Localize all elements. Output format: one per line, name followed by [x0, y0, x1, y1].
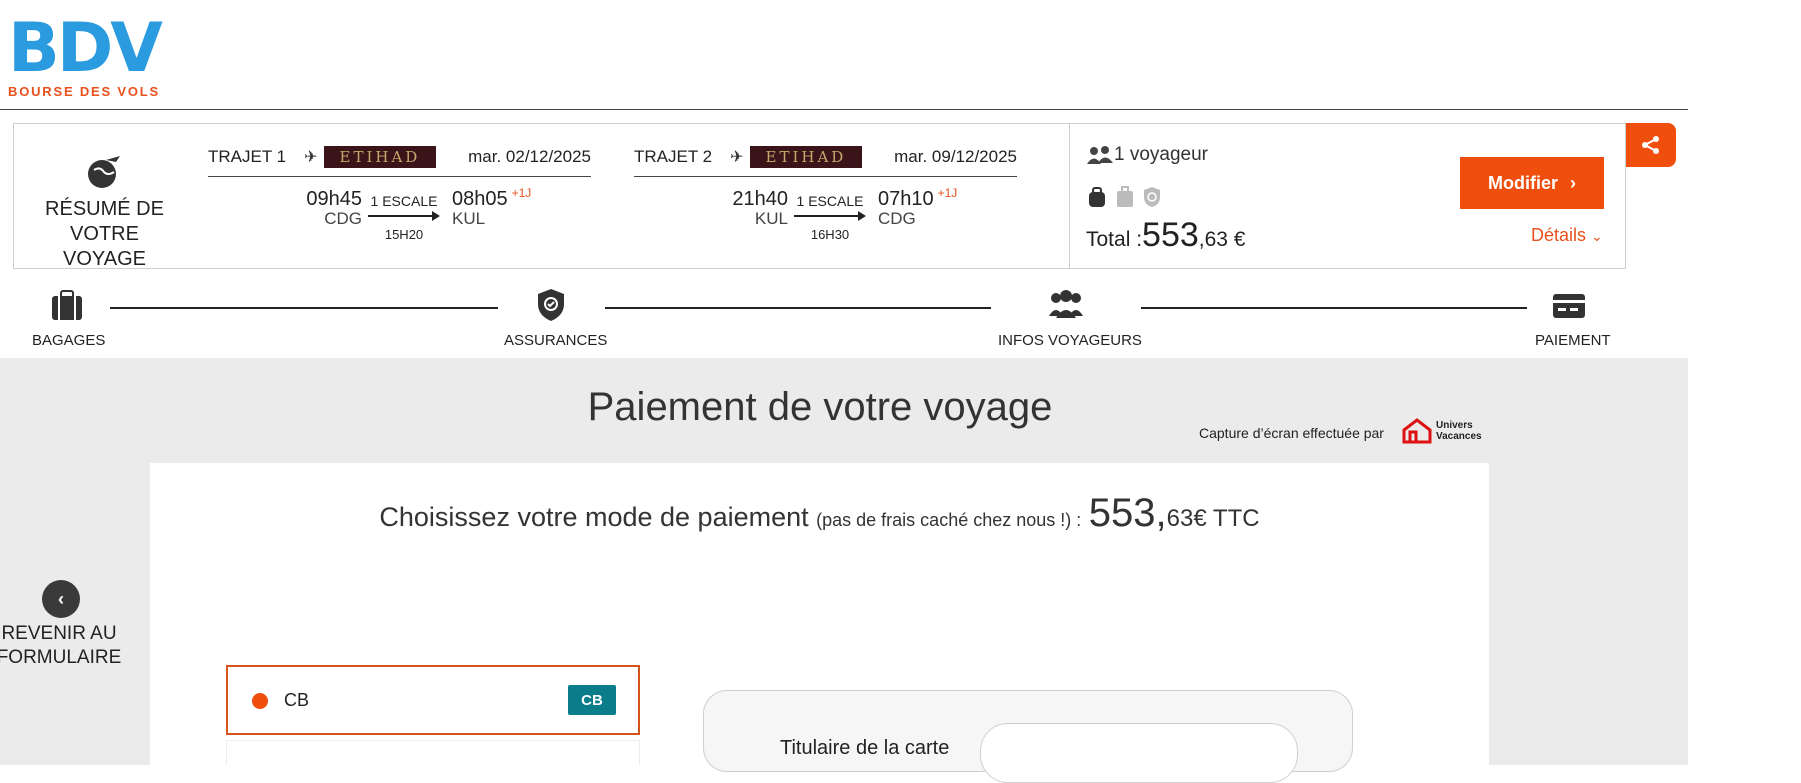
step-connector [110, 307, 498, 309]
payment-option-next[interactable] [226, 740, 640, 765]
arrow-right-icon [368, 211, 440, 221]
credit-card-icon [1553, 294, 1585, 318]
stops-info: 1 ESCALE 15H20 [368, 193, 440, 242]
modify-button[interactable]: Modifier › [1460, 157, 1604, 209]
step-connector [1141, 307, 1527, 309]
uv-logo-icon [1402, 418, 1432, 444]
summary-divider [1069, 124, 1070, 268]
total-dec: ,63 € [1198, 228, 1246, 251]
details-label: Détails [1531, 225, 1587, 245]
back-button[interactable]: ‹ [42, 580, 80, 618]
arr-time: 07h10 [878, 188, 934, 210]
logo-text: BDV [8, 9, 163, 88]
total-int: 553 [1142, 216, 1199, 254]
arrow-right-icon [794, 211, 866, 221]
header-divider [0, 109, 1688, 110]
travellers-count: 1 voyageur [1086, 144, 1208, 166]
dep-time: 09h45 [306, 188, 362, 210]
cb-card-icon: CB [568, 685, 616, 715]
trajet-1: TRAJET 1 ✈ ETIHAD mar. 02/12/2025 09h45 … [208, 146, 591, 242]
holder-input[interactable] [980, 723, 1298, 783]
chevron-right-icon: › [1570, 172, 1576, 193]
step-assurances[interactable]: ASSURANCES [504, 332, 607, 349]
choose-small: (pas de frais caché chez nous !) : [816, 510, 1082, 530]
payment-choice-heading: Choisissez votre mode de paiement (pas d… [150, 491, 1489, 536]
summary-title: RÉSUMÉ DE VOTRE VOYAGE [32, 197, 177, 272]
trajet-date: mar. 09/12/2025 [894, 147, 1017, 166]
baggage-icons [1086, 186, 1162, 208]
step-bagages[interactable]: BAGAGES [32, 332, 105, 349]
share-icon [1642, 136, 1659, 154]
users-icon [1049, 290, 1083, 318]
bdv-logo[interactable]: BDV BOURSE DES VOLS [8, 9, 163, 100]
luggage-icon [52, 290, 82, 320]
summary-title-line1: RÉSUMÉ DE [45, 198, 164, 220]
price-dec: 63€ TTC [1166, 505, 1260, 532]
holder-label: Titulaire de la carte [780, 737, 950, 759]
arrival: 08h05 +1J KUL [452, 186, 532, 229]
arr-airport: KUL [452, 209, 486, 228]
step-paiement[interactable]: PAIEMENT [1535, 332, 1611, 349]
back-line2: FORMULAIRE [0, 647, 122, 668]
trajet-date: mar. 02/12/2025 [468, 147, 591, 166]
share-button[interactable] [1626, 123, 1676, 167]
option-label: CB [284, 690, 310, 710]
backpack-icon [1089, 187, 1105, 207]
uv-line1: Univers [1436, 420, 1473, 431]
details-link[interactable]: Détails ⌄ [1531, 225, 1603, 246]
trajet-label: TRAJET 2 [634, 147, 713, 166]
next-day-badge: +1J [511, 186, 532, 200]
back-to-form-link[interactable]: REVENIR AU FORMULAIRE [0, 622, 124, 670]
travellers-label: 1 voyageur [1114, 144, 1209, 165]
departure: 09h45 CDG [296, 189, 362, 229]
plane-icon: ✈ [730, 149, 744, 166]
trajet-2: TRAJET 2 ✈ ETIHAD mar. 09/12/2025 21h40 … [634, 146, 1017, 242]
dep-time: 21h40 [732, 188, 788, 210]
globe-plane-icon [88, 156, 120, 188]
etihad-logo: ETIHAD [323, 146, 437, 168]
total-label: Total : [1086, 228, 1143, 251]
total-price: Total :553,63 € [1086, 216, 1245, 255]
page-title: Paiement de votre voyage [587, 385, 1053, 429]
logo-subtitle: BOURSE DES VOLS [8, 84, 160, 99]
chevron-left-icon: ‹ [58, 588, 64, 609]
shield-check-icon [538, 289, 564, 321]
duration: 15H20 [384, 227, 424, 242]
next-day-badge: +1J [937, 186, 958, 200]
uv-line2: Vacances [1436, 431, 1482, 442]
users-icon [1087, 146, 1113, 164]
stops-info: 1 ESCALE 16H30 [794, 193, 866, 242]
payment-option-cb[interactable]: CB CB [226, 665, 640, 735]
step-connector [605, 307, 991, 309]
etihad-logo: ETIHAD [749, 146, 863, 168]
choose-main: Choisissez votre mode de paiement [379, 502, 809, 532]
step-infos-voyageurs[interactable]: INFOS VOYAGEURS [998, 332, 1142, 349]
trajet-label: TRAJET 1 [208, 147, 287, 166]
capture-note: Capture d’écran effectuée par [1199, 425, 1384, 441]
modify-label: Modifier [1488, 172, 1558, 193]
arrival: 07h10 +1J CDG [878, 186, 958, 229]
radio-selected-icon[interactable] [252, 693, 268, 709]
dep-airport: KUL [754, 209, 788, 228]
dep-airport: CDG [324, 209, 362, 228]
stops-label: 1 ESCALE [370, 193, 438, 209]
arr-time: 08h05 [452, 188, 508, 210]
duration: 16H30 [810, 227, 850, 242]
card-form: Titulaire de la carte [703, 690, 1353, 783]
univers-vacances-logo: Univers Vacances [1402, 418, 1482, 444]
shield-icon [1144, 187, 1160, 207]
suitcase-icon [1117, 186, 1133, 207]
price-int: 553, [1088, 491, 1167, 535]
summary-title-line2: VOTRE VOYAGE [63, 223, 146, 270]
back-line1: REVENIR AU [1, 623, 117, 644]
plane-icon: ✈ [304, 149, 318, 166]
trip-summary: RÉSUMÉ DE VOTRE VOYAGE TRAJET 1 ✈ ETIHAD… [13, 123, 1626, 272]
stops-label: 1 ESCALE [796, 193, 864, 209]
chevron-down-icon: ⌄ [1591, 228, 1603, 244]
departure: 21h40 KUL [722, 189, 788, 229]
arr-airport: CDG [878, 209, 916, 228]
